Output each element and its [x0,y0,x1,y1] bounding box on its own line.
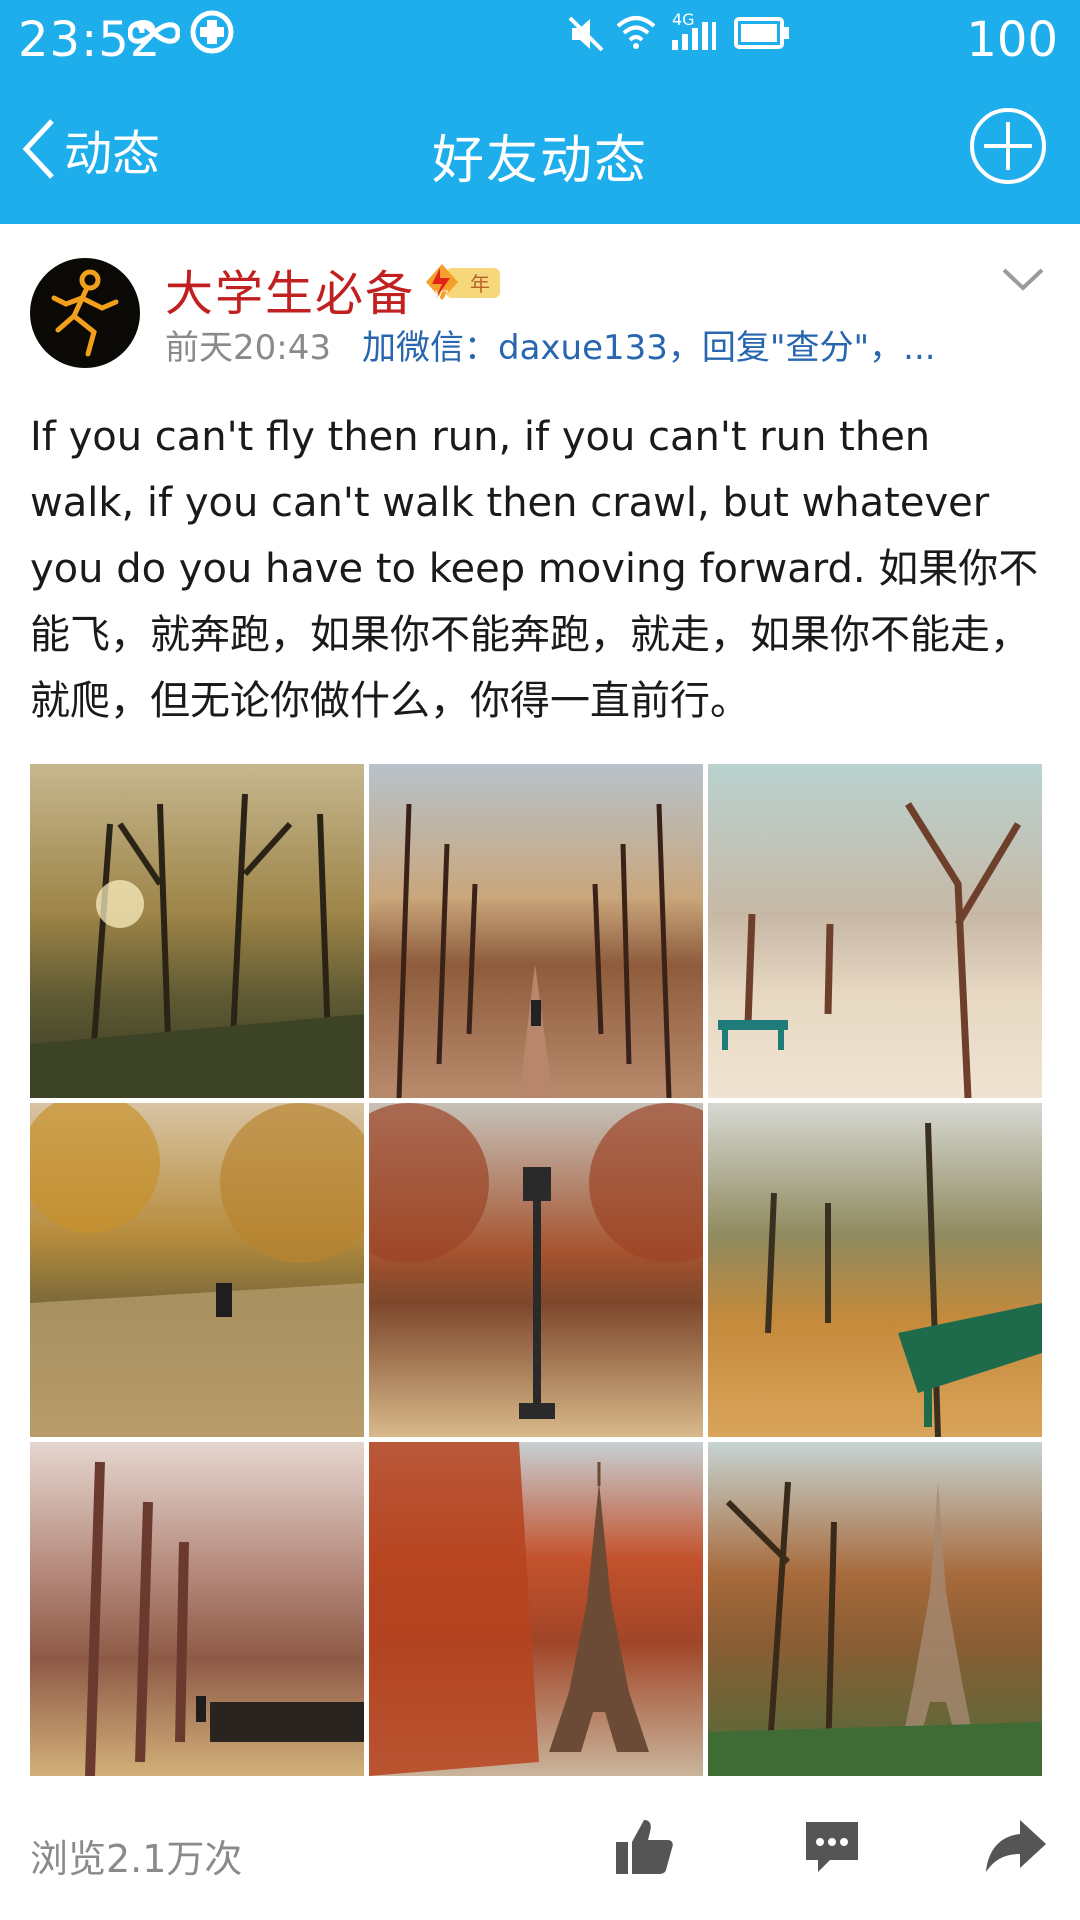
add-circle-icon[interactable] [968,106,1048,186]
wifi-icon [616,16,656,49]
photo-9[interactable] [708,1442,1042,1776]
title-bar: 动态 好友动态 [0,76,1080,224]
photo-park-bench [718,802,1022,1098]
photo-autumn-park [30,793,364,1098]
photo-4[interactable] [30,1103,364,1437]
photo-eiffel-red [369,1442,649,1776]
username[interactable]: 大学生必备 [165,254,415,324]
chevron-down-icon[interactable] [1000,262,1046,296]
screen: 23:52 4G 100 动态 好友动态 大学生必备 LV7 年 前天20:43… [0,0,1080,1920]
signal-icon [672,22,716,50]
photo-6[interactable] [708,1103,1042,1437]
status-bar: 23:52 4G 100 [0,0,1080,76]
comment-icon[interactable] [800,1814,864,1878]
photo-7[interactable] [30,1442,364,1776]
post-text: If you can't fly then run, if you can't … [30,414,1039,724]
photo-1[interactable] [30,764,364,1098]
photo-3[interactable] [708,764,1042,1098]
photo-5[interactable] [369,1103,703,1437]
page-title: 好友动态 [431,131,648,191]
mute-icon [568,16,604,52]
vip-badge: LV7 年 [418,258,502,306]
photo-leaf-path [30,1103,364,1437]
photo-eiffel-park [708,1481,1042,1776]
battery-level: 100 [966,12,1058,68]
photo-misty-alley [85,1461,364,1776]
view-count: 浏览2.1万次 [30,1837,243,1881]
top-bar: 23:52 4G 100 动态 好友动态 [0,0,1080,224]
photo-2[interactable] [369,764,703,1098]
badge-level: LV7 [430,289,449,301]
photo-grid [30,764,1042,1776]
like-icon[interactable] [612,1814,676,1878]
share-icon[interactable] [984,1814,1048,1878]
runner-icon [51,269,119,357]
battery-icon [734,17,789,49]
medical-plus-icon [190,10,234,54]
badge-suffix: 年 [470,272,490,296]
avatar[interactable] [30,258,140,368]
photo-green-bench [765,1122,1042,1437]
infinity-icon [128,22,180,44]
photo-tree-avenue [396,803,672,1098]
post-time: 前天20:43 [165,328,331,368]
photo-8[interactable] [369,1442,703,1776]
post-link[interactable]: 加微信：daxue133，回复"查分"，... [362,320,936,369]
photo-street-lamp [369,1103,703,1419]
